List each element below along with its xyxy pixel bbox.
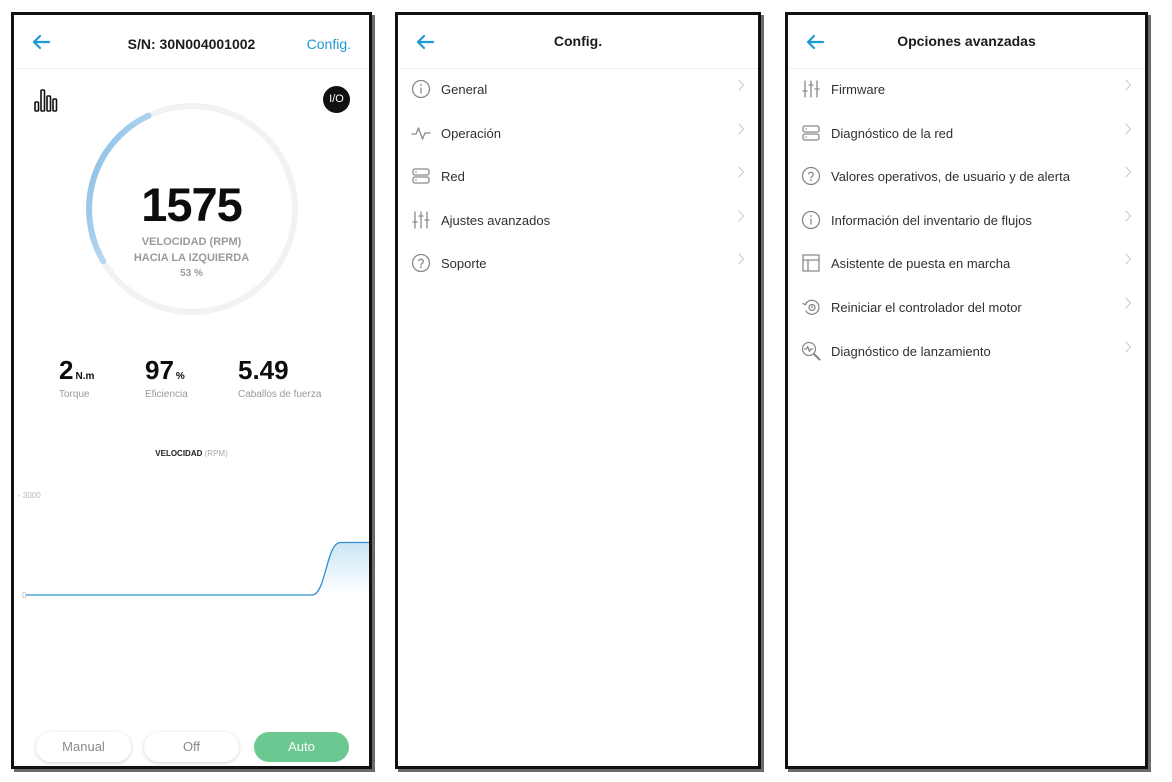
- menu-item-informacion-del-inventario-de-flujos[interactable]: Información del inventario de flujos: [788, 201, 1145, 241]
- menu-item-firmware[interactable]: Firmware: [788, 70, 1145, 110]
- y-tick-max: - 3000: [18, 491, 41, 500]
- mode-off-button[interactable]: Off: [144, 732, 239, 762]
- menu-item-label: Diagnóstico de lanzamiento: [831, 343, 991, 359]
- menu-item-label: Operación: [441, 125, 501, 141]
- menu-item-label: Firmware: [831, 82, 886, 97]
- chevron-right-icon: [1125, 340, 1132, 353]
- mode-auto-button[interactable]: Auto: [254, 732, 349, 762]
- y-tick-zero: 0: [22, 591, 27, 600]
- status-header: S/N: 30N004001002 Config.: [14, 15, 369, 69]
- page-title: Opciones avanzadas: [897, 33, 1036, 49]
- config-screen: Config. General Operación Red Ajustes avanz…: [395, 12, 761, 769]
- horsepower-label: Caballos de fuerza: [238, 389, 322, 400]
- torque-label: Torque: [59, 389, 90, 400]
- chevron-right-icon: [738, 253, 745, 265]
- chevron-right-icon: [738, 122, 745, 135]
- speed-chart: - 3000 0: [18, 491, 369, 600]
- menu-item-label: Soporte: [441, 256, 487, 272]
- torque-unit: N.m: [75, 371, 95, 382]
- sliders-icon: [802, 80, 820, 98]
- menu-item-label: Información del inventario de flujos: [831, 212, 1032, 228]
- page-title: Config.: [553, 33, 603, 49]
- chevron-right-icon: [1125, 122, 1132, 135]
- layout-icon: [802, 254, 820, 273]
- io-toggle-button[interactable]: I/O: [323, 86, 350, 113]
- search-pulse-icon: [801, 341, 821, 361]
- chevron-right-icon: [1125, 79, 1132, 91]
- direction-label: HACIA LA IZQUIERDA: [133, 252, 250, 264]
- config-link[interactable]: Config.: [307, 36, 351, 52]
- restart-icon: [802, 299, 820, 315]
- sliders-icon: [412, 211, 430, 229]
- efficiency-unit: %: [175, 371, 185, 382]
- pulse-icon: [411, 126, 431, 140]
- bar-chart-icon[interactable]: [34, 87, 58, 113]
- horsepower-value: 5.49: [238, 355, 289, 385]
- menu-item-label: Valores operativos, de usuario y de aler…: [831, 169, 1070, 185]
- chart-title-main: VELOCIDAD: [155, 449, 203, 458]
- chevron-right-icon: [1125, 297, 1132, 309]
- advanced-header: Opciones avanzadas: [788, 15, 1145, 69]
- speed-percent: 53 %: [180, 268, 203, 279]
- server-icon: [412, 168, 430, 184]
- menu-item-soporte[interactable]: Soporte: [398, 244, 758, 284]
- menu-item-label: Diagnóstico de la red: [831, 125, 954, 141]
- status-screen: S/N: 30N004001002 Config. I/O 1575 VELOC…: [11, 12, 372, 769]
- menu-item-label: General: [441, 82, 488, 97]
- menu-item-label: Reiniciar el controlador del motor: [831, 300, 1022, 315]
- menu-item-label: Asistente de puesta en marcha: [831, 256, 1011, 272]
- menu-item-diagnostico-de-lanzamiento[interactable]: Diagnóstico de lanzamiento: [788, 332, 1145, 372]
- chevron-right-icon: [1125, 253, 1132, 265]
- speed-label: VELOCIDAD (RPM): [141, 236, 242, 248]
- chart-title-unit: (RPM): [204, 449, 228, 458]
- torque-value: 2: [59, 355, 74, 385]
- chart-series-line: [26, 541, 369, 596]
- chevron-right-icon: [738, 210, 745, 222]
- mode-manual-button[interactable]: Manual: [36, 732, 131, 762]
- menu-item-valores-operativos-de-usuario-y-de-alerta[interactable]: Valores operativos, de usuario y de aler…: [788, 157, 1145, 197]
- metric-efficiency: 97% Eficiencia: [145, 355, 188, 400]
- menu-item-label: Ajustes avanzados: [441, 212, 551, 228]
- help-icon: [411, 254, 431, 273]
- metric-horsepower: 5.49 Caballos de fuerza: [238, 355, 321, 400]
- server-icon: [802, 124, 820, 141]
- chart-area: [26, 542, 369, 595]
- efficiency-label: Eficiencia: [145, 389, 188, 400]
- chart-title: VELOCIDAD (RPM): [14, 449, 369, 458]
- menu-item-label: Red: [441, 169, 465, 185]
- chevron-right-icon: [738, 79, 745, 91]
- advanced-options-screen: Opciones avanzadas Firmware Diagnóstico d…: [785, 12, 1148, 769]
- menu-item-general[interactable]: General: [398, 70, 758, 110]
- menu-item-diagnostico-de-la-red[interactable]: Diagnóstico de la red: [788, 114, 1145, 154]
- chevron-right-icon: [1125, 210, 1132, 222]
- chevron-right-icon: [738, 166, 745, 178]
- efficiency-value: 97: [145, 355, 174, 385]
- help-icon: [801, 167, 821, 186]
- info-icon: [801, 210, 821, 229]
- metric-torque: 2 N.m Torque: [59, 355, 94, 400]
- menu-item-red[interactable]: Red: [398, 157, 758, 197]
- config-header: Config.: [398, 15, 758, 69]
- speed-value: 1575: [141, 178, 243, 231]
- info-icon: [411, 79, 431, 99]
- menu-item-operacion[interactable]: Operación: [398, 114, 758, 154]
- menu-item-reiniciar-el-controlador-del-motor[interactable]: Reiniciar el controlador del motor: [788, 288, 1145, 328]
- menu-item-asistente-de-puesta-en-marcha[interactable]: Asistente de puesta en marcha: [788, 244, 1145, 284]
- menu-item-ajustes-avanzados[interactable]: Ajustes avanzados: [398, 201, 758, 241]
- chevron-right-icon: [1125, 166, 1132, 178]
